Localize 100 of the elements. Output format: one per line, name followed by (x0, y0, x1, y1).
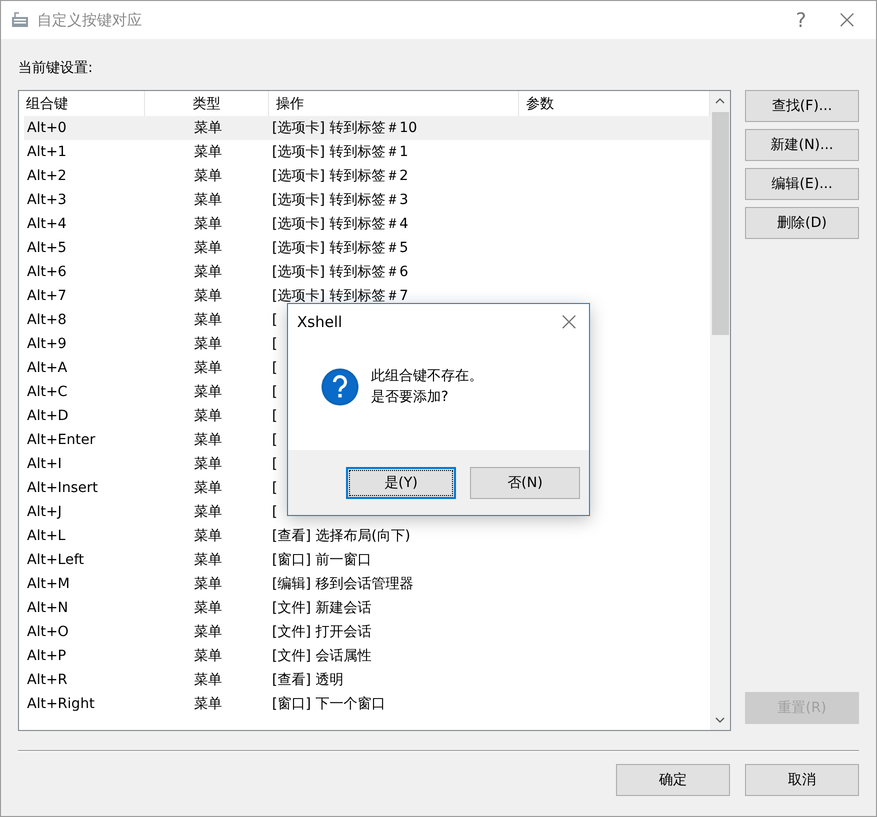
list-row[interactable]: Alt+A 菜单 [ (24, 356, 278, 380)
no-button[interactable]: 否(N) (470, 466, 580, 498)
type-cell-text: 菜单 (193, 431, 223, 449)
key-cell-text: Alt+0 (26, 120, 68, 136)
action-cell: [窗口] 前一窗口 (272, 551, 372, 569)
type-cell-text: 菜单 (193, 695, 223, 713)
action-cell: [ (272, 360, 278, 376)
list-row[interactable]: Alt+N 菜单 [文件] 新建会话 (24, 596, 372, 620)
key-cell-text: Alt+L (26, 528, 66, 544)
action-cell: [选项卡] 转到标签＃4 (272, 215, 408, 233)
type-cell-text: 菜单 (193, 647, 223, 665)
key-cell-text: Alt+O (26, 624, 70, 640)
key-cell-text: Alt+6 (26, 264, 68, 280)
list-row[interactable]: Alt+2 菜单 [选项卡] 转到标签＃2 (24, 164, 408, 188)
key-cell-text: Alt+2 (26, 168, 68, 184)
key-cell-text: Alt+I (26, 456, 63, 472)
type-cell-text: 菜单 (193, 215, 223, 233)
type-cell-text: 菜单 (193, 191, 223, 209)
type-cell-text: 菜单 (193, 239, 223, 257)
action-cell: [选项卡] 转到标签＃3 (272, 191, 408, 209)
list-row[interactable]: Alt+J 菜单 [ (24, 500, 278, 524)
type-cell-text: 菜单 (193, 671, 223, 689)
list-row[interactable]: Alt+Right 菜单 [窗口] 下一个窗口 (24, 692, 386, 716)
list-row[interactable]: Alt+R 菜单 [查看] 透明 (24, 668, 344, 692)
list-row[interactable]: Alt+I 菜单 [ (24, 452, 278, 476)
dialog-title: Xshell (297, 313, 344, 331)
list-row[interactable]: Alt+Insert 菜单 [ (24, 476, 278, 500)
list-label: 当前键设置: (18, 59, 94, 78)
key-cell-text: Alt+9 (26, 336, 68, 352)
action-cell: [ (272, 408, 278, 424)
type-cell-text: 菜单 (193, 119, 223, 137)
action-cell: [文件] 新建会话 (272, 599, 372, 617)
list-row[interactable]: Alt+8 菜单 [ (24, 308, 278, 332)
action-cell: [ (272, 504, 278, 520)
list-row[interactable]: Alt+C 菜单 [ (24, 380, 278, 404)
key-cell-text: Alt+J (26, 504, 63, 520)
type-cell-text: 菜单 (193, 527, 223, 545)
cancel-button[interactable]: 取消 (745, 764, 859, 796)
action-cell: [ (272, 312, 278, 328)
scrollbar-thumb[interactable] (712, 112, 728, 335)
key-cell-text: Alt+A (26, 360, 68, 376)
dialog-message: 此组合键不存在。 (371, 367, 483, 386)
list-row[interactable]: Alt+9 菜单 [ (24, 332, 278, 356)
list-row[interactable]: Alt+4 菜单 [选项卡] 转到标签＃4 (24, 212, 408, 236)
side-button[interactable]: 删除(D) (745, 207, 859, 239)
list-row[interactable]: Alt+7 菜单 [选项卡] 转到标签＃7 (24, 284, 408, 308)
window-title: 自定义按键对应 (37, 10, 143, 30)
key-cell-text: Alt+Left (26, 552, 86, 568)
action-cell: [编辑] 移到会话管理器 (272, 575, 414, 593)
type-cell-text: 菜单 (193, 623, 223, 641)
key-cell-text: Alt+Right (26, 696, 96, 712)
type-cell-text: 菜单 (193, 479, 223, 497)
list-row[interactable]: Alt+1 菜单 [选项卡] 转到标签＃1 (24, 140, 408, 164)
key-cell-text: Alt+1 (26, 144, 68, 160)
type-cell-text: 菜单 (193, 455, 223, 473)
action-cell: [选项卡] 转到标签＃2 (272, 167, 408, 185)
key-cell-text: Alt+N (26, 600, 70, 616)
action-cell: [文件] 打开会话 (272, 623, 372, 641)
list-row[interactable]: Alt+3 菜单 [选项卡] 转到标签＃3 (24, 188, 408, 212)
action-cell: [查看] 选择布局(向下) (272, 527, 410, 545)
type-cell-text: 菜单 (193, 167, 223, 185)
action-cell: [ (272, 480, 278, 496)
action-cell: [ (272, 432, 278, 448)
list-row[interactable]: Alt+D 菜单 [ (24, 404, 278, 428)
list-row[interactable]: Alt+Left 菜单 [窗口] 前一窗口 (24, 548, 372, 572)
action-cell: [ (272, 336, 278, 352)
question-icon (321, 368, 359, 406)
type-cell-text: 菜单 (193, 599, 223, 617)
list-row[interactable]: Alt+6 菜单 [选项卡] 转到标签＃6 (24, 260, 408, 284)
action-cell: [查看] 透明 (272, 671, 344, 689)
key-cell-text: Alt+M (26, 576, 71, 592)
action-cell: [选项卡] 转到标签＃10 (272, 119, 418, 137)
action-cell: [选项卡] 转到标签＃6 (272, 263, 408, 281)
type-cell-text: 菜单 (193, 407, 223, 425)
type-cell-text: 菜单 (193, 263, 223, 281)
action-cell: [选项卡] 转到标签＃5 (272, 239, 408, 257)
close-button[interactable]: × (824, 1, 870, 39)
type-cell-text: 菜单 (193, 551, 223, 569)
side-button[interactable]: 查找(F)... (745, 90, 859, 122)
help-button[interactable]: ? (778, 1, 824, 39)
yes-button[interactable]: 是(Y) (346, 466, 456, 498)
key-cell-text: Alt+D (26, 408, 70, 424)
list-row[interactable]: Alt+M 菜单 [编辑] 移到会话管理器 (24, 572, 414, 596)
list-row[interactable]: Alt+L 菜单 [查看] 选择布局(向下) (24, 524, 410, 548)
key-cell-text: Alt+4 (26, 216, 68, 232)
action-cell: [窗口] 下一个窗口 (272, 695, 386, 713)
side-button[interactable]: 新建(N)... (745, 129, 859, 161)
type-cell-text: 菜单 (193, 311, 223, 329)
close-button[interactable]: × (549, 304, 589, 340)
list-row[interactable]: Alt+Enter 菜单 [ (24, 428, 278, 452)
list-row[interactable]: Alt+5 菜单 [选项卡] 转到标签＃5 (24, 236, 408, 260)
list-row[interactable]: Alt+P 菜单 [文件] 会话属性 (24, 644, 372, 668)
type-cell-text: 菜单 (193, 575, 223, 593)
list-row[interactable]: Alt+0 菜单 [选项卡] 转到标签＃10 (24, 116, 710, 140)
type-cell-text: 菜单 (193, 383, 223, 401)
ok-button[interactable]: 确定 (616, 764, 730, 796)
key-cell-text: Alt+8 (26, 312, 68, 328)
keyboard-icon (11, 12, 29, 28)
side-button[interactable]: 编辑(E)... (745, 168, 859, 200)
list-row[interactable]: Alt+O 菜单 [文件] 打开会话 (24, 620, 372, 644)
